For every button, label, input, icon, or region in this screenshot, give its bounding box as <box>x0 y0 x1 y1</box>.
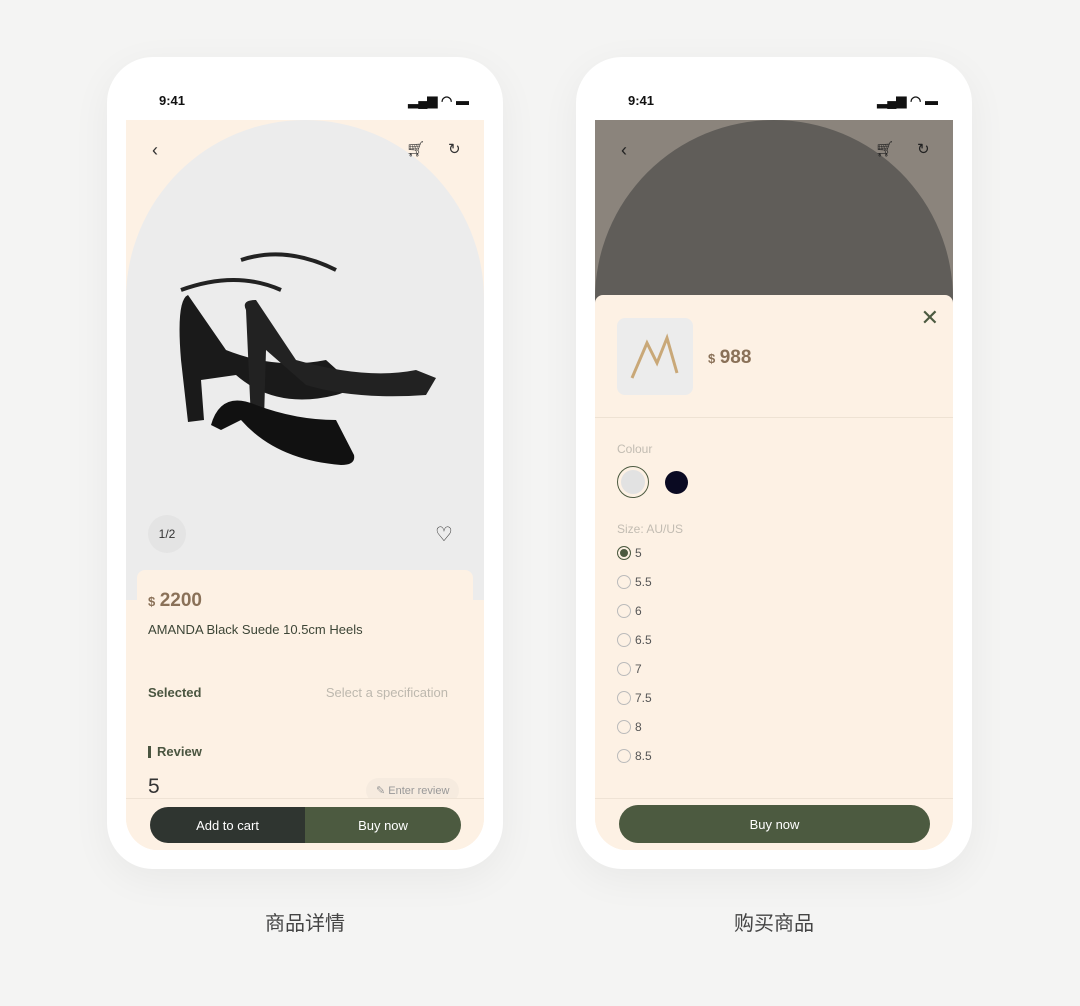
radio-icon <box>617 690 631 705</box>
overlay[interactable] <box>595 120 953 300</box>
product-name: AMANDA Black Suede 10.5cm Heels <box>148 622 363 637</box>
product-detail-phone: 9:41 ▂▄▆ ◠ ▬ ‹ 🛒︎ ↻ 1/2 ♡ $ 2200 AMANDA B… <box>107 57 503 869</box>
buy-now-button[interactable]: Buy now <box>619 805 930 843</box>
purchase-screen: ‹ 🛒︎ ↻ ✕ $ 988 Colour Size: AU/US 5 5.5 6 6… <box>595 120 953 850</box>
cart-icon[interactable]: 🛒︎ <box>406 140 425 158</box>
colour-label: Colour <box>617 442 653 456</box>
size-label: 5 <box>635 545 642 560</box>
price: $ 2200 <box>148 590 202 611</box>
status-icons: ▂▄▆ ◠ ▬ <box>877 93 938 108</box>
status-icons: ▂▄▆ ◠ ▬ <box>408 93 469 108</box>
buy-now-button[interactable]: Buy now <box>305 807 461 843</box>
size-option[interactable]: 8.5 <box>617 741 652 770</box>
size-label: 7.5 <box>635 690 652 705</box>
status-bar: 9:41 ▂▄▆ ◠ ▬ <box>159 93 469 108</box>
spec-sheet: ✕ $ 988 Colour Size: AU/US 5 5.5 6 6.5 7 7.5 8… <box>595 295 953 850</box>
size-option[interactable]: 5 <box>617 538 652 567</box>
size-label: 5.5 <box>635 574 652 589</box>
radio-icon <box>617 661 631 676</box>
selected-label: Selected <box>148 685 202 700</box>
size-option[interactable]: 7.5 <box>617 683 652 712</box>
size-label: 8 <box>635 719 642 734</box>
review-heading: Review <box>148 745 202 758</box>
size-option[interactable]: 5.5 <box>617 567 652 596</box>
product-thumbnail <box>617 318 693 395</box>
radio-icon <box>617 574 631 589</box>
size-option[interactable]: 6.5 <box>617 625 652 654</box>
back-icon[interactable]: ‹ <box>621 140 627 161</box>
colour-option-navy[interactable] <box>665 471 688 494</box>
radio-icon <box>617 603 631 618</box>
radio-icon <box>617 632 631 647</box>
caption-purchase: 购买商品 <box>734 913 814 935</box>
add-to-cart-button[interactable]: Add to cart <box>150 807 305 843</box>
radio-icon <box>617 545 631 560</box>
radio-icon <box>617 719 631 734</box>
product-detail-screen: ‹ 🛒︎ ↻ 1/2 ♡ $ 2200 AMANDA Black Suede 1… <box>126 120 484 850</box>
size-option[interactable]: 7 <box>617 654 652 683</box>
heart-icon[interactable]: ♡ <box>426 516 462 552</box>
price: $ 988 <box>708 347 752 368</box>
size-label: 8.5 <box>635 748 652 763</box>
status-bar: 9:41 ▂▄▆ ◠ ▬ <box>628 93 938 108</box>
caption-detail: 商品详情 <box>265 913 345 935</box>
back-icon[interactable]: ‹ <box>152 140 158 161</box>
size-label: 6 <box>635 603 642 618</box>
size-label: 6.5 <box>635 632 652 647</box>
share-icon[interactable]: ↻ <box>448 140 461 158</box>
close-icon[interactable]: ✕ <box>921 305 939 331</box>
size-option[interactable]: 6 <box>617 596 652 625</box>
size-list: 5 5.5 6 6.5 7 7.5 8 8.5 <box>617 538 652 770</box>
purchase-phone: 9:41 ▂▄▆ ◠ ▬ ‹ 🛒︎ ↻ ✕ $ 988 Colour Size: … <box>576 57 972 869</box>
colour-option-light[interactable] <box>617 466 649 498</box>
image-counter: 1/2 <box>148 515 186 553</box>
share-icon[interactable]: ↻ <box>917 140 930 158</box>
size-label: Size: AU/US <box>617 522 684 536</box>
size-label: 7 <box>635 661 642 676</box>
radio-icon <box>617 748 631 763</box>
select-specification[interactable]: Select a specification <box>326 685 448 700</box>
cart-icon[interactable]: 🛒︎ <box>875 140 894 158</box>
sandal-image <box>630 333 679 379</box>
size-option[interactable]: 8 <box>617 712 652 741</box>
divider <box>595 417 953 418</box>
rating: 5 <box>148 775 160 798</box>
